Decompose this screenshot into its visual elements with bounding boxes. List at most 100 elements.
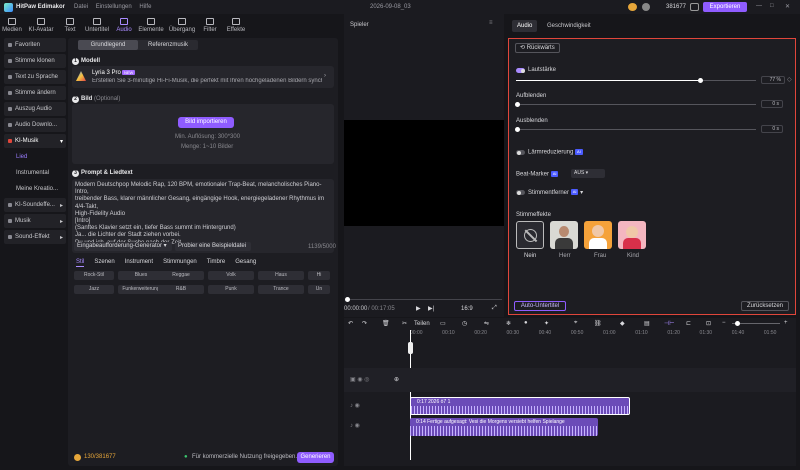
link-icon[interactable]: ⛓	[594, 320, 602, 327]
speed-icon[interactable]: ◷	[462, 320, 467, 327]
tool-text[interactable]: Text	[58, 14, 82, 36]
style-chip[interactable]: Hi	[308, 271, 330, 280]
add-media-icon[interactable]: ⊕	[394, 376, 399, 383]
cart-icon[interactable]	[690, 3, 699, 11]
split-screen-icon[interactable]: ⊣⊢	[664, 320, 674, 327]
redo-icon[interactable]: ↷	[362, 320, 367, 327]
volume-slider-knob[interactable]	[698, 78, 704, 83]
caption-icon[interactable]: ⊏	[686, 320, 691, 327]
sidebar-item-my-creations[interactable]: Meine Kreatio...	[4, 182, 66, 196]
tab-audio[interactable]: Audio	[512, 20, 538, 32]
style-chip[interactable]: Rock-Stil	[74, 271, 114, 280]
mirror-icon[interactable]: ⇋	[484, 320, 489, 327]
volume-toggle[interactable]	[516, 68, 525, 73]
tab-basic[interactable]: Grundlegend	[78, 40, 138, 50]
import-image-button[interactable]: Bild importieren	[178, 117, 234, 128]
menu-datei[interactable]: Datei	[74, 4, 88, 10]
tab-reference[interactable]: Referenzmusik	[138, 40, 198, 50]
sidebar-item-favorites[interactable]: Favoriten	[4, 38, 66, 52]
example-file-button[interactable]: Probier eine Beispieldatei	[175, 242, 251, 251]
sidebar-item-voice-clone[interactable]: Stimme klonen	[4, 54, 66, 68]
style-chip[interactable]: Jazz	[74, 285, 114, 294]
generate-button[interactable]: Generieren	[297, 452, 334, 463]
prompt-generator-dropdown[interactable]: Eingabeaufforderung-Generator ▾	[74, 242, 172, 251]
sidebar-item-audio-extract[interactable]: Auszug Audio	[4, 102, 66, 116]
fade-out-knob[interactable]	[515, 127, 520, 132]
ai-tools-icon[interactable]: ✦	[544, 320, 549, 327]
track-lock-icon[interactable]: ▣ ◉ ◎	[350, 376, 369, 383]
next-frame-icon[interactable]: ▶|	[428, 305, 434, 312]
subtitle-track-icon[interactable]: ▤	[644, 320, 650, 327]
image-drop-area[interactable]: Bild importieren Min. Auflösung: 300*300…	[72, 104, 334, 164]
sidebar-item-song[interactable]: Lied	[4, 150, 66, 164]
audio-clip-1[interactable]: 0:17 2026 ö7 1	[410, 397, 630, 415]
tool-media[interactable]: Medien	[0, 14, 24, 36]
tab-style[interactable]: Stil	[76, 257, 85, 267]
style-chip[interactable]: Reggae	[158, 271, 204, 280]
split-label[interactable]: Teilen	[414, 321, 430, 327]
tab-speed[interactable]: Geschwindigkeit	[542, 20, 596, 32]
auto-subtitle-button[interactable]: Auto-Untertitel	[514, 301, 566, 311]
tab-vocals[interactable]: Gesang	[235, 257, 256, 267]
tab-moods[interactable]: Stimmungen	[163, 257, 197, 267]
style-chip[interactable]: Trance	[258, 285, 304, 294]
style-chip[interactable]: Haus	[258, 271, 304, 280]
keyframe-icon[interactable]: ◇	[787, 76, 792, 83]
reset-button[interactable]: Zurücksetzen	[741, 301, 789, 311]
sidebar-item-audio-download[interactable]: Audio Downlo...	[4, 118, 66, 132]
sidebar-item-voice-change[interactable]: Stimme ändern	[4, 86, 66, 100]
sidebar-item-ai-music[interactable]: KI-Musik ▾	[4, 134, 66, 148]
snap-icon[interactable]: ⌖	[574, 320, 577, 327]
split-icon[interactable]: ✂	[402, 320, 407, 327]
video-preview[interactable]	[344, 120, 504, 226]
close-icon[interactable]: ✕	[785, 3, 790, 10]
tool-subtitle[interactable]: Untertitel	[82, 14, 112, 36]
zoom-in-icon[interactable]: +	[784, 320, 788, 326]
play-icon[interactable]: ▶	[416, 305, 421, 312]
playhead-knob[interactable]	[345, 297, 350, 302]
menu-icon[interactable]: ≡	[489, 20, 493, 26]
audio-track-2-controls[interactable]: ♪ ◉	[350, 422, 360, 429]
model-selector[interactable]: Lyria 3 Pro NEW Erstellen Sie 3-minütige…	[72, 66, 334, 88]
volume-value-field[interactable]: 77 %	[761, 76, 785, 84]
tool-audio[interactable]: Audio	[112, 14, 136, 36]
tool-ki-avatar[interactable]: KI-Avatar	[24, 14, 58, 36]
delete-icon[interactable]: 🗑	[382, 320, 390, 327]
sidebar-item-instrumental[interactable]: Instrumental	[4, 166, 66, 180]
voice-fx-child[interactable]	[618, 221, 646, 249]
voice-fx-male[interactable]	[550, 221, 578, 249]
sidebar-item-ai-sfx[interactable]: KI-Soundeffe... ▸	[4, 198, 66, 212]
style-chip[interactable]: R&B	[158, 285, 204, 294]
crop-icon[interactable]: ▭	[440, 320, 446, 327]
beat-marker-select[interactable]: AUS ▾	[571, 169, 605, 178]
tab-instrument[interactable]: Instrument	[125, 257, 153, 267]
fade-in-slider[interactable]	[516, 104, 756, 105]
style-chip[interactable]: Volk	[208, 271, 254, 280]
maximize-icon[interactable]: □	[770, 3, 774, 9]
style-chip[interactable]: Punk	[208, 285, 254, 294]
playback-progress[interactable]	[346, 299, 502, 300]
record-icon[interactable]: ●	[524, 320, 528, 326]
sidebar-item-music[interactable]: Musik ▸	[4, 214, 66, 228]
audio-track-1-controls[interactable]: ♪ ◉	[350, 402, 360, 409]
marker-icon[interactable]: ◆	[620, 320, 625, 327]
fade-in-field[interactable]: 0 s	[761, 100, 783, 108]
fit-icon[interactable]: ⊡	[706, 320, 711, 327]
denoise-toggle[interactable]	[516, 150, 525, 155]
zoom-out-icon[interactable]: −	[722, 320, 726, 326]
export-button[interactable]: Exportieren	[703, 2, 747, 12]
fade-in-knob[interactable]	[515, 102, 520, 107]
playhead-handle[interactable]	[408, 342, 413, 354]
tab-timbre[interactable]: Timbre	[207, 257, 225, 267]
tool-transition[interactable]: Übergang	[166, 14, 198, 36]
tab-scenes[interactable]: Szenen	[94, 257, 114, 267]
fade-out-field[interactable]: 0 s	[761, 125, 783, 133]
menu-hilfe[interactable]: Hilfe	[139, 4, 151, 10]
zoom-knob[interactable]	[735, 321, 740, 326]
tool-filter[interactable]: Filter	[198, 14, 222, 36]
avatar[interactable]	[642, 3, 650, 11]
tool-elements[interactable]: Elemente	[136, 14, 166, 36]
voice-fx-female[interactable]	[584, 221, 612, 249]
audio-clip-2[interactable]: 0:14 Fertige aufgesagt: Vesi die Morgens…	[410, 418, 598, 436]
fade-out-slider[interactable]	[516, 129, 756, 130]
